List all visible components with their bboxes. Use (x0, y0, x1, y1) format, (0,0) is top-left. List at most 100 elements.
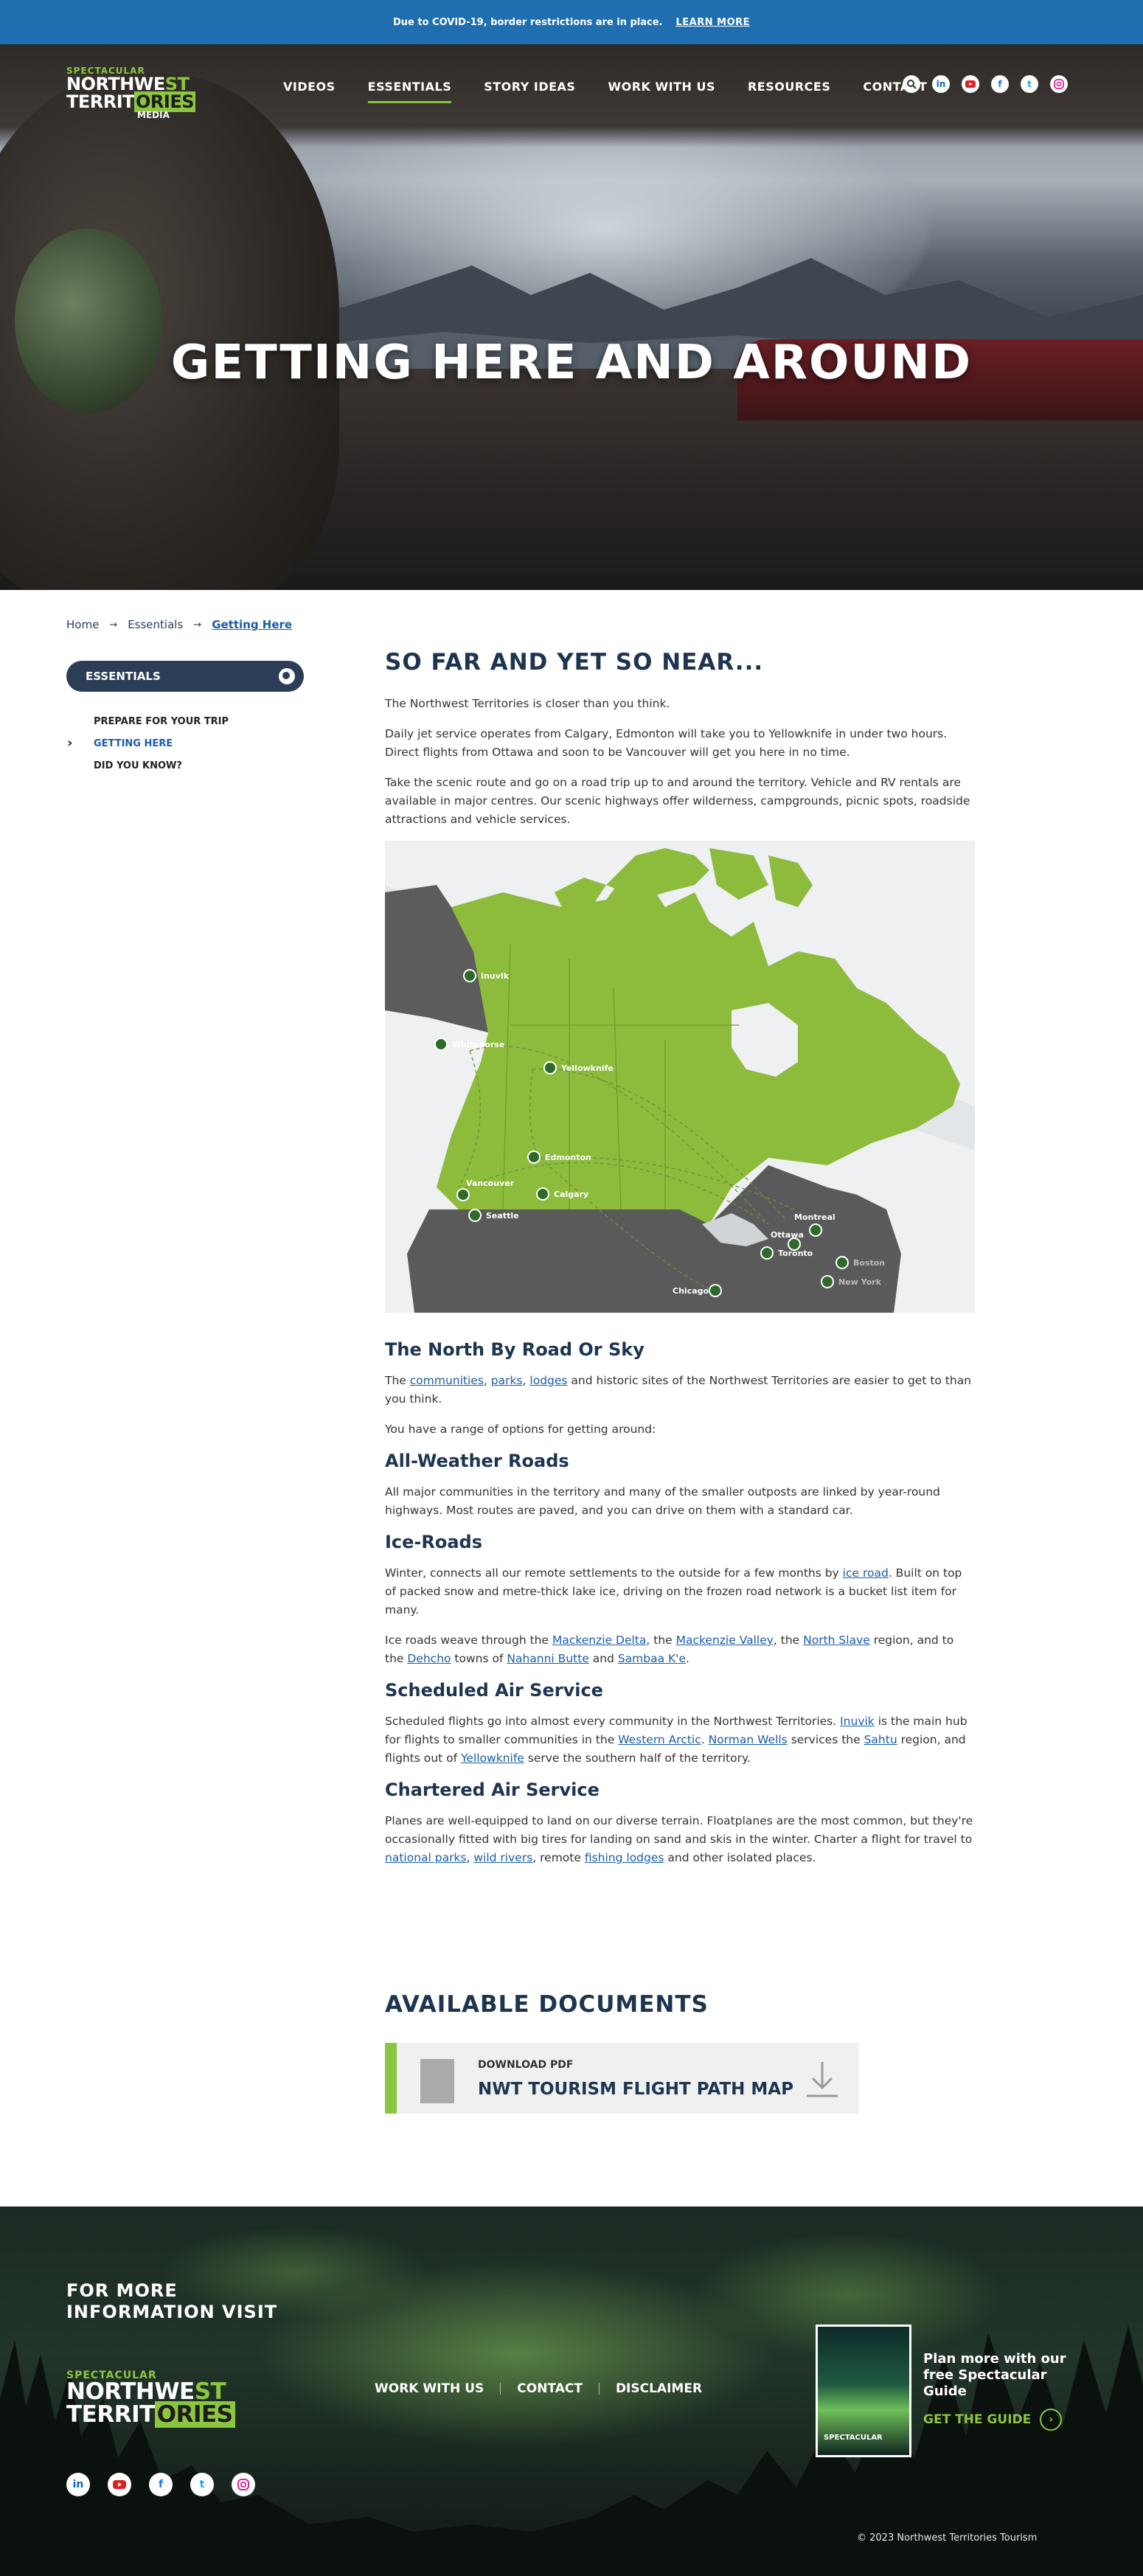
alert-text: Due to COVID-19, border restrictions are… (392, 16, 663, 28)
scheduled-paragraph: Scheduled flights go into almost every c… (385, 1715, 967, 1765)
logo-territ: TERRIT (66, 91, 135, 112)
chartered-paragraph: Planes are well-equipped to land on our … (385, 1814, 973, 1864)
download-icon[interactable] (804, 2059, 841, 2099)
globe-icon (279, 668, 295, 684)
logo-ories: ORIES (134, 91, 196, 112)
communities-link[interactable]: communities (410, 1374, 484, 1387)
wild-rivers-link[interactable]: wild rivers (473, 1851, 532, 1864)
youtube-icon[interactable] (108, 2473, 131, 2496)
instagram-icon[interactable] (1050, 75, 1068, 93)
breadcrumb-home[interactable]: Home (66, 618, 99, 631)
map-label: Vancouver (466, 1178, 515, 1188)
ice-road-link[interactable]: ice road (843, 1566, 889, 1580)
lodges-link[interactable]: lodges (529, 1374, 567, 1387)
nav-resources[interactable]: RESOURCES (748, 80, 830, 103)
flight-route-map: Inuvik Whitehorse Yellowknife Edmonton V… (385, 841, 975, 1313)
nahanni-butte-link[interactable]: Nahanni Butte (507, 1652, 588, 1665)
north-slave-link[interactable]: North Slave (803, 1634, 870, 1647)
learn-more-link[interactable]: LEARN MORE (676, 17, 751, 28)
youtube-icon[interactable] (962, 75, 979, 93)
download-pdf-card[interactable]: DOWNLOAD PDF NWT TOURISM FLIGHT PATH MAP (385, 2043, 858, 2114)
link-divider (598, 2383, 600, 2395)
section-heading-road-sky: The North By Road Or Sky (385, 1339, 645, 1360)
nav-story-ideas[interactable]: STORY IDEAS (484, 80, 575, 103)
footer-link-disclaimer[interactable]: DISCLAIMER (616, 2381, 702, 2396)
footer-visit-heading: FOR MORE INFORMATION VISIT (66, 2280, 277, 2323)
arrow-right-icon: → (193, 619, 202, 631)
footer-link-work-with-us[interactable]: WORK WITH US (375, 2381, 484, 2396)
map-label: Inuvik (481, 971, 510, 981)
site-logo[interactable]: SPECTACULAR NORTHWEST TERRITORIES MEDIA (66, 66, 196, 119)
facebook-icon[interactable]: f (149, 2473, 173, 2496)
page-title: SO FAR AND YET SO NEAR... (385, 649, 764, 676)
logo-northwest: NORTHWEST (66, 75, 195, 93)
get-the-guide-button[interactable]: GET THE GUIDE › (923, 2409, 1063, 2431)
section-heading-scheduled: Scheduled Air Service (385, 1680, 603, 1701)
footer-logo-ories: ORIES (154, 2401, 235, 2428)
copyright-text: © 2023 Northwest Territories Tourism (857, 2532, 1038, 2544)
western-arctic-link[interactable]: Western Arctic (618, 1733, 701, 1746)
footer-logo-territories: TERRITORIES (66, 2401, 235, 2428)
sidebar-heading[interactable]: ESSENTIALS (66, 661, 304, 692)
document-thumbnail (420, 2059, 454, 2103)
section-heading-ice-roads: Ice-Roads (385, 1532, 483, 1552)
yellowknife-link[interactable]: Yellowknife (461, 1752, 524, 1765)
sahtu-link[interactable]: Sahtu (864, 1733, 897, 1746)
nav-essentials[interactable]: ESSENTIALS (367, 80, 452, 103)
footer-social: in f t (66, 2473, 255, 2496)
breadcrumb-current[interactable]: Getting Here (212, 618, 292, 631)
section-heading-chartered: Chartered Air Service (385, 1780, 600, 1800)
mackenzie-delta-link[interactable]: Mackenzie Delta (552, 1634, 646, 1647)
linkedin-icon[interactable]: in (66, 2473, 90, 2496)
nav-videos[interactable]: VIDEOS (283, 80, 336, 103)
breadcrumb-essentials[interactable]: Essentials (128, 618, 183, 631)
sidebar-item-label: GETTING HERE (94, 738, 173, 749)
map-label: Ottawa (771, 1230, 804, 1240)
guide-cover-image[interactable]: SPECTACULAR (816, 2325, 911, 2457)
instagram-icon[interactable] (232, 2473, 255, 2496)
north-america-map-image: Inuvik Whitehorse Yellowknife Edmonton V… (385, 841, 975, 1313)
logo-territories: TERRITORIES (66, 91, 196, 112)
twitter-icon[interactable]: t (190, 2473, 214, 2496)
linkedin-icon[interactable]: in (932, 75, 950, 93)
facebook-icon[interactable]: f (991, 75, 1009, 93)
site-footer: FOR MORE INFORMATION VISIT SPECTACULAR N… (0, 2207, 1143, 2576)
ice-roads-paragraph-2: Ice roads weave through the Mackenzie De… (385, 1634, 954, 1665)
intro-paragraph: Daily jet service operates from Calgary,… (385, 727, 948, 759)
inuvik-link[interactable]: Inuvik (840, 1715, 875, 1728)
norman-wells-link[interactable]: Norman Wells (709, 1733, 788, 1746)
guide-cover-text: SPECTACULAR (824, 2434, 883, 2442)
footer-visit-line: FOR MORE (66, 2280, 178, 2301)
sidebar-item-did-you-know[interactable]: DID YOU KNOW? (94, 755, 229, 777)
all-weather-paragraph: All major communities in the territory a… (385, 1485, 940, 1517)
sambaa-ke-link[interactable]: Sambaa K'e (618, 1652, 686, 1665)
sidebar-item-prepare[interactable]: PREPARE FOR YOUR TRIP (94, 711, 229, 733)
footer-logo[interactable]: SPECTACULAR NORTHWEST TERRITORIES (66, 2370, 235, 2428)
sidebar-item-getting-here[interactable]: › GETTING HERE (67, 733, 229, 755)
sidebar-heading-label: ESSENTIALS (86, 670, 161, 683)
footer-visit-line: INFORMATION VISIT (66, 2302, 278, 2322)
twitter-icon[interactable]: t (1021, 75, 1038, 93)
map-label: Yellowknife (560, 1063, 614, 1073)
dehcho-link[interactable]: Dehcho (407, 1652, 451, 1665)
footer-links: WORK WITH US CONTACT DISCLAIMER (375, 2381, 702, 2396)
mackenzie-valley-link[interactable]: Mackenzie Valley (676, 1634, 774, 1647)
footer-link-contact[interactable]: CONTACT (517, 2381, 583, 2396)
chevron-right-icon: › (1040, 2409, 1063, 2431)
parks-link[interactable]: parks (491, 1374, 523, 1387)
documents-title: AVAILABLE DOCUMENTS (385, 1991, 709, 2018)
nav-work-with-us[interactable]: WORK WITH US (608, 80, 715, 103)
site-header: SPECTACULAR NORTHWEST TERRITORIES MEDIA … (0, 44, 1143, 133)
intro-paragraph: Take the scenic route and go on a road t… (385, 776, 970, 826)
road-sky-paragraph: The communities, parks, lodges and histo… (385, 1374, 972, 1406)
search-icon[interactable] (903, 75, 920, 93)
chevron-right-icon: › (67, 735, 73, 751)
national-parks-link[interactable]: national parks (385, 1851, 467, 1864)
guide-promo-text: Plan more with our free Spectacular Guid… (923, 2351, 1066, 2399)
hero-title: GETTING HERE AND AROUND (170, 336, 973, 390)
breadcrumb: Home → Essentials → Getting Here (66, 618, 292, 631)
intro-paragraph: The Northwest Territories is closer than… (385, 697, 670, 710)
main-content: SO FAR AND YET SO NEAR... The Northwest … (385, 649, 975, 1879)
footer-logo-territ: TERRIT (66, 2401, 155, 2428)
fishing-lodges-link[interactable]: fishing lodges (585, 1851, 664, 1864)
